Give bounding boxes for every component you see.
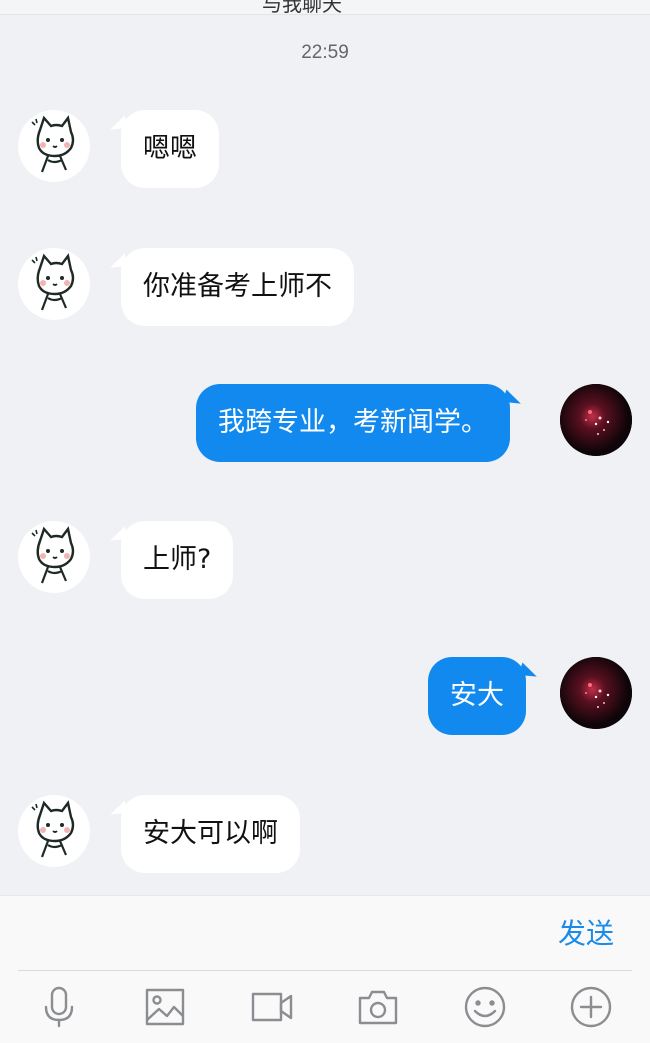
input-toolbar (0, 971, 650, 1043)
user-avatar[interactable] (560, 384, 632, 456)
message-text: 你准备考上师不 (143, 271, 332, 302)
outgoing-message-bubble[interactable]: 我跨专业，考新闻学。 (196, 384, 510, 462)
message-input-bar[interactable]: 发送 (0, 895, 650, 972)
incoming-message-bubble[interactable]: 嗯嗯 (121, 110, 219, 188)
plus-icon[interactable] (569, 985, 613, 1029)
cat-avatar-icon (31, 800, 75, 858)
chat-title: 与我聊天 (262, 0, 342, 15)
contact-avatar[interactable] (18, 110, 90, 182)
incoming-message-bubble[interactable]: 安大可以啊 (121, 795, 300, 873)
chat-header: 与我聊天 (0, 0, 650, 15)
contact-avatar[interactable] (18, 248, 90, 320)
outgoing-message-bubble[interactable]: 安大 (428, 657, 526, 735)
user-avatar[interactable] (560, 657, 632, 729)
cat-avatar-icon (31, 115, 75, 173)
message-text: 嗯嗯 (143, 133, 197, 164)
emoji-icon[interactable] (463, 985, 507, 1029)
message-text: 我跨专业，考新闻学。 (218, 407, 488, 438)
fireworks-avatar-icon (560, 384, 632, 456)
camera-icon[interactable] (356, 985, 400, 1029)
image-icon[interactable] (143, 985, 187, 1029)
message-text: 安大可以啊 (143, 818, 278, 849)
fireworks-avatar-icon (560, 657, 632, 729)
video-icon[interactable] (250, 985, 294, 1029)
message-text: 安大 (450, 680, 504, 711)
incoming-message-bubble[interactable]: 上师? (121, 521, 234, 599)
contact-avatar[interactable] (18, 521, 90, 593)
message-timestamp: 22:59 (301, 42, 349, 63)
cat-avatar-icon (31, 526, 75, 584)
cat-avatar-icon (31, 253, 75, 311)
microphone-icon[interactable] (37, 985, 81, 1029)
incoming-message-bubble[interactable]: 你准备考上师不 (121, 248, 354, 326)
send-button[interactable]: 发送 (558, 912, 614, 952)
contact-avatar[interactable] (18, 795, 90, 867)
message-text: 上师? (143, 544, 212, 575)
